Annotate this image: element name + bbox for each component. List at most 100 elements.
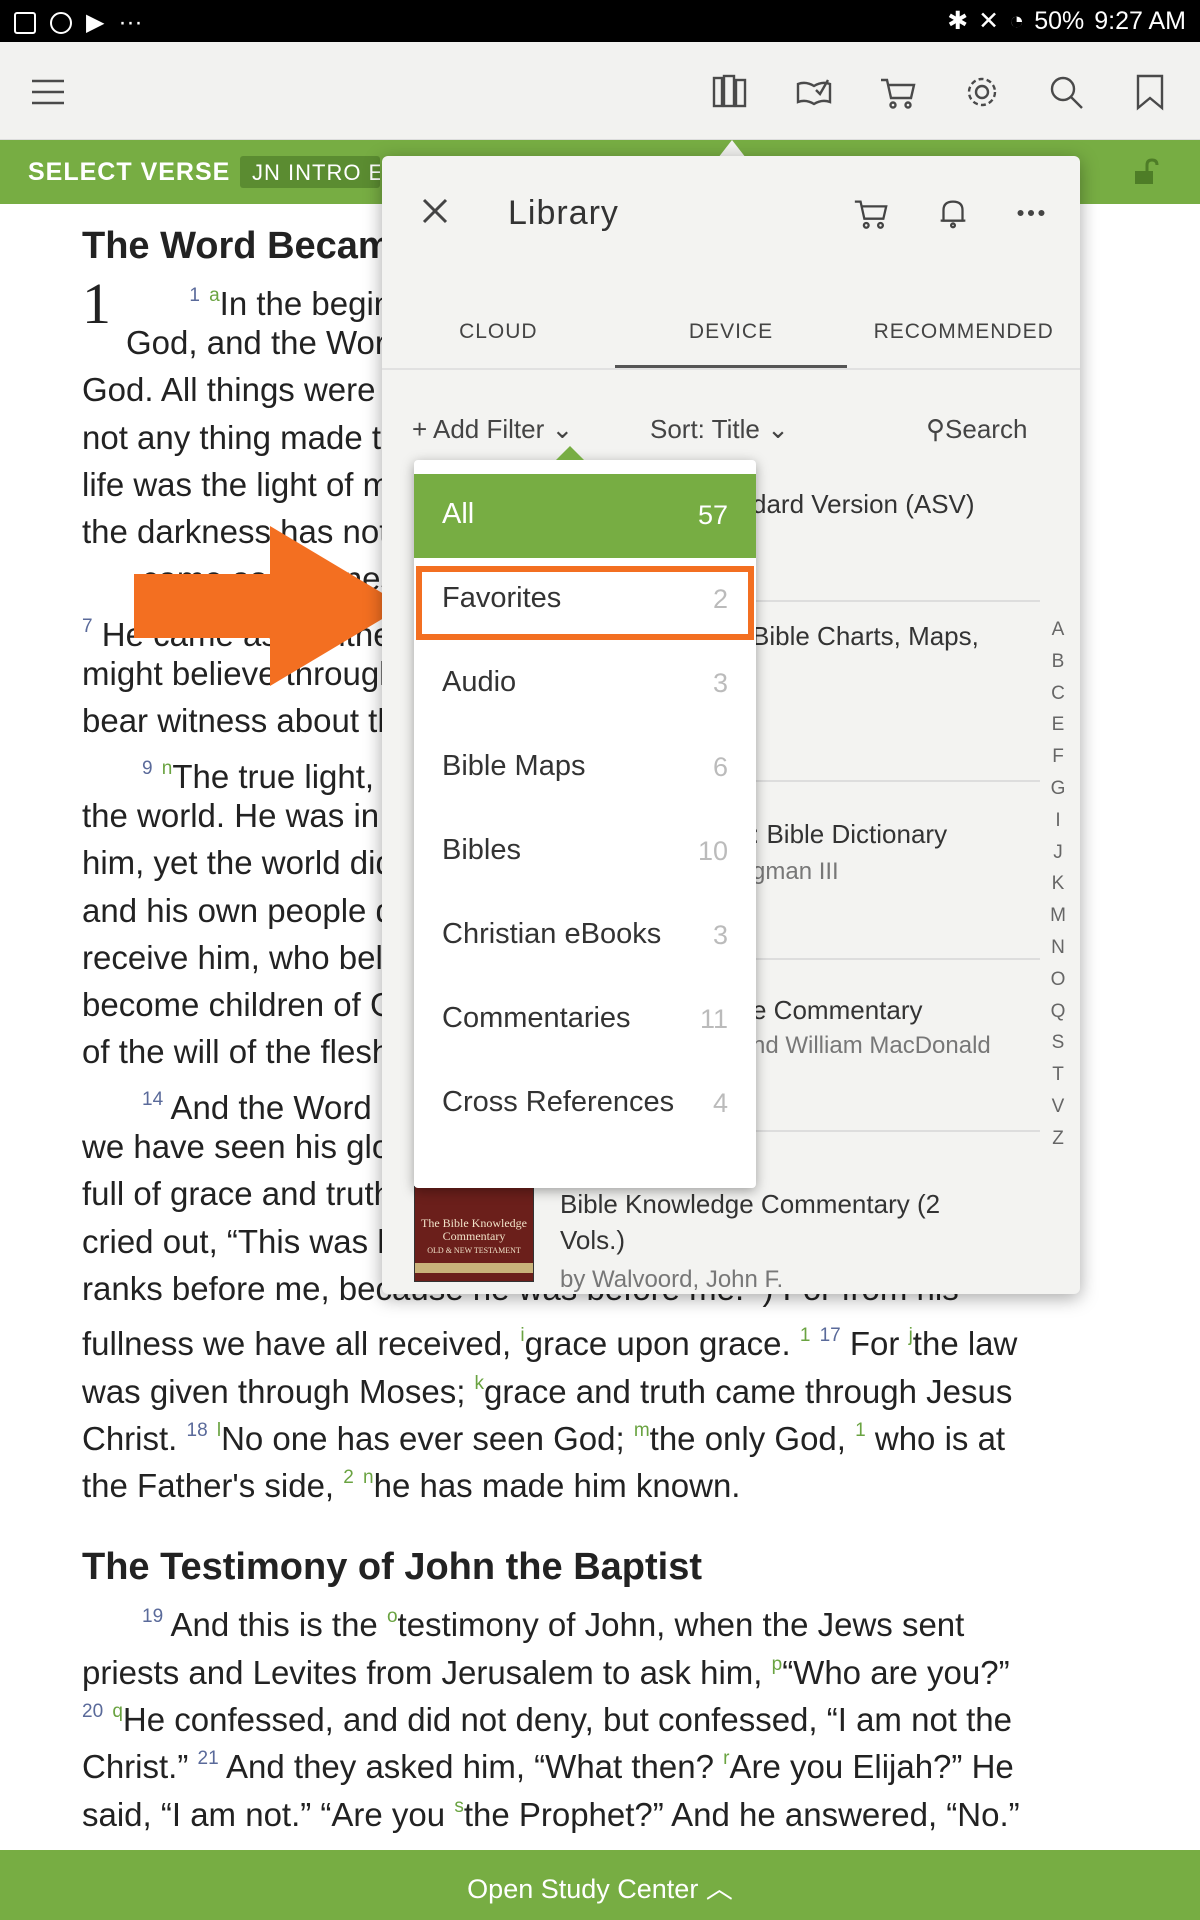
- library-icon[interactable]: [706, 68, 754, 116]
- divider: [752, 780, 1040, 782]
- alphabet-letter[interactable]: J: [1046, 837, 1070, 869]
- filter-item-cross-references[interactable]: Cross References 4: [414, 1062, 756, 1146]
- mute-icon: ✕: [978, 7, 1000, 35]
- book-cover: The Bible Knowledge Commentary OLD & NEW …: [414, 1186, 534, 1282]
- filter-item-audio[interactable]: Audio 3: [414, 642, 756, 726]
- cross-reference[interactable]: q: [112, 1701, 123, 1722]
- search-icon[interactable]: [1042, 68, 1090, 116]
- close-icon[interactable]: [418, 194, 452, 228]
- filter-item-all[interactable]: All 57: [414, 474, 756, 558]
- notifications-icon[interactable]: [934, 194, 974, 234]
- verse-number[interactable]: 1: [189, 285, 200, 306]
- cross-reference[interactable]: k: [475, 1373, 485, 1394]
- store-cart-icon[interactable]: [852, 194, 892, 234]
- filter-count: 4: [712, 1088, 728, 1118]
- alphabet-letter[interactable]: V: [1046, 1091, 1070, 1123]
- verse-number[interactable]: 21: [198, 1748, 219, 1769]
- verse-text: grace upon grace.: [524, 1325, 791, 1363]
- alphabet-letter[interactable]: A: [1046, 614, 1070, 646]
- menu-icon[interactable]: [24, 68, 72, 116]
- book-author: by Walvoord, John F.: [560, 1266, 784, 1293]
- verse-text: who is at: [874, 1419, 1006, 1457]
- library-search-button[interactable]: ⚲Search: [926, 414, 1027, 445]
- play-store-icon: ▶: [86, 9, 105, 36]
- cross-reference[interactable]: s: [454, 1796, 464, 1817]
- verse-number[interactable]: 18: [187, 1420, 208, 1441]
- cross-reference[interactable]: a: [209, 285, 220, 306]
- filter-dropdown: All 57 Favorites 2 Audio 3 Bible Maps 6 …: [414, 446, 756, 1188]
- filter-item-christian-ebooks[interactable]: Christian eBooks 3: [414, 894, 756, 978]
- book-title: : Bible Dictionary: [752, 819, 948, 849]
- filter-item-bible-maps[interactable]: Bible Maps 6: [414, 726, 756, 810]
- verse-text: And they asked him, “What then?: [226, 1748, 714, 1786]
- tab-recommended[interactable]: RECOMMENDED: [847, 296, 1080, 368]
- book-title: Bible Knowledge Commentary (2: [560, 1189, 941, 1219]
- alphabet-letter[interactable]: B: [1046, 646, 1070, 678]
- clock: 9:27 AM: [1094, 6, 1186, 35]
- section-heading: The Testimony of John the Baptist: [82, 1546, 702, 1589]
- cross-reference[interactable]: m: [634, 1420, 650, 1441]
- alphabet-letter[interactable]: Q: [1046, 996, 1070, 1028]
- unlock-icon[interactable]: [1132, 158, 1160, 186]
- divider: [752, 600, 1040, 602]
- alphabet-letter[interactable]: O: [1046, 964, 1070, 996]
- reference-breadcrumb[interactable]: JN INTRO ES: [240, 156, 380, 188]
- filter-label: Bibles: [442, 834, 521, 866]
- more-options-icon[interactable]: [1012, 194, 1052, 234]
- filter-item-commentaries[interactable]: Commentaries 11: [414, 978, 756, 1062]
- filter-count: 57: [697, 500, 728, 530]
- alphabet-index[interactable]: ABCEFGIJKMNOQSTVZ: [1046, 614, 1070, 1155]
- verse-text: No one has ever seen God;: [221, 1419, 625, 1457]
- filter-count: 11: [699, 1004, 728, 1034]
- verse-number[interactable]: 17: [820, 1325, 841, 1346]
- book-title: Bible Charts, Maps,: [752, 621, 979, 651]
- status-bar: ▶ ··· ✱ ✕ ◔ 50% 9:27 AM: [0, 0, 1200, 42]
- alphabet-letter[interactable]: N: [1046, 932, 1070, 964]
- alphabet-letter[interactable]: Z: [1046, 1123, 1070, 1155]
- alphabet-letter[interactable]: G: [1046, 773, 1070, 805]
- alphabet-letter[interactable]: C: [1046, 678, 1070, 710]
- verse-number[interactable]: 14: [142, 1089, 163, 1110]
- cart-icon[interactable]: [874, 68, 922, 116]
- add-filter-button[interactable]: + Add Filter ⌄: [412, 414, 573, 445]
- cross-reference[interactable]: n: [363, 1467, 374, 1488]
- verse-number[interactable]: 20: [82, 1701, 103, 1722]
- alphabet-letter[interactable]: F: [1046, 741, 1070, 773]
- app-toolbar: [0, 42, 1200, 140]
- open-study-center-button[interactable]: Open Study Center ︿: [0, 1850, 1200, 1920]
- verse-text: “Who are you?”: [782, 1653, 1010, 1691]
- alphabet-letter[interactable]: T: [1046, 1059, 1070, 1091]
- battery-level: 50%: [1034, 6, 1085, 35]
- verse-text: fullness we have all received,: [82, 1325, 512, 1363]
- alphabet-letter[interactable]: K: [1046, 868, 1070, 900]
- select-verse-button[interactable]: SELECT VERSE: [28, 158, 230, 187]
- tab-cloud[interactable]: CLOUD: [382, 296, 615, 368]
- verse-text: the Prophet?” And he answered, “No.”: [463, 1795, 1020, 1833]
- alphabet-letter[interactable]: E: [1046, 709, 1070, 741]
- tab-device[interactable]: DEVICE: [614, 296, 848, 368]
- footnote-marker[interactable]: 2: [343, 1467, 354, 1488]
- book-title-line2: Vols.): [560, 1225, 626, 1255]
- alphabet-letter[interactable]: I: [1046, 805, 1070, 837]
- alphabet-letter[interactable]: M: [1046, 900, 1070, 932]
- reading-plan-icon[interactable]: [790, 68, 838, 116]
- filter-item-bibles[interactable]: Bibles 10: [414, 810, 756, 894]
- more-notifications-icon: ···: [118, 8, 143, 36]
- chevron-down-icon: ⌄: [551, 414, 574, 444]
- sort-button[interactable]: Sort: Title ⌄: [650, 414, 789, 445]
- alphabet-letter[interactable]: S: [1046, 1027, 1070, 1059]
- cross-reference[interactable]: o: [387, 1606, 398, 1627]
- cross-reference[interactable]: p: [772, 1654, 783, 1675]
- annotation-arrow-icon: [134, 526, 404, 686]
- cross-reference[interactable]: n: [162, 758, 173, 779]
- verse-number[interactable]: 19: [142, 1606, 163, 1627]
- verse-text: Christ.: [82, 1419, 178, 1457]
- filter-label: Bible Maps: [442, 750, 586, 782]
- verse-number[interactable]: 9: [142, 758, 153, 779]
- settings-icon[interactable]: [958, 68, 1006, 116]
- filter-count: 3: [712, 668, 728, 698]
- footnote-marker[interactable]: 1: [800, 1325, 811, 1346]
- footnote-marker[interactable]: 1: [855, 1420, 866, 1441]
- bookmark-icon[interactable]: [1126, 68, 1174, 116]
- verse-number[interactable]: 7: [82, 616, 93, 637]
